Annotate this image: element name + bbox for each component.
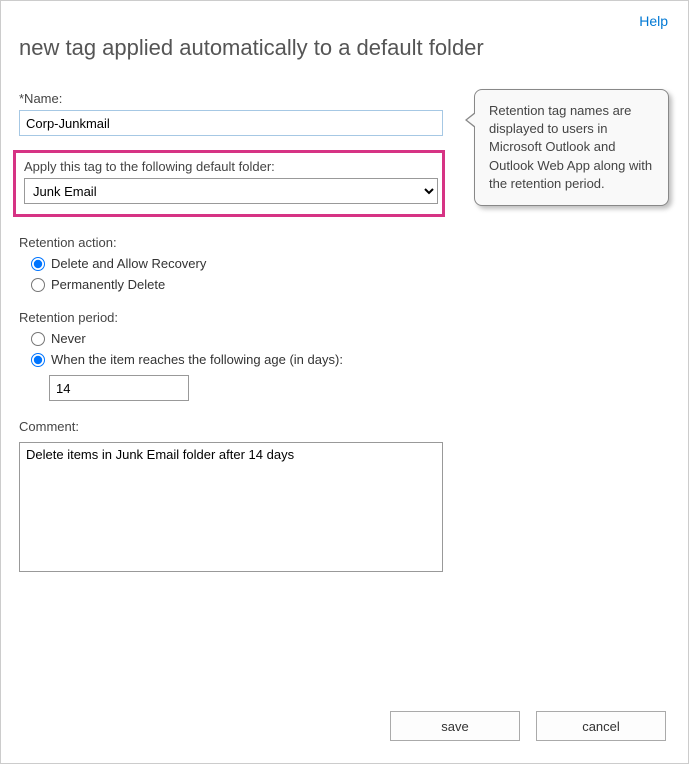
comment-textarea[interactable]	[19, 442, 443, 572]
retention-action-delete-allow-radio[interactable]	[31, 257, 45, 271]
default-folder-select[interactable]: Junk Email	[24, 178, 438, 204]
retention-action-delete-allow-row: Delete and Allow Recovery	[31, 256, 674, 271]
cancel-button[interactable]: cancel	[536, 711, 666, 741]
retention-period-when-age-row: When the item reaches the following age …	[31, 352, 674, 367]
retention-period-section: Retention period: Never When the item re…	[19, 310, 674, 401]
retention-action-section: Retention action: Delete and Allow Recov…	[19, 235, 674, 292]
retention-action-delete-allow-label[interactable]: Delete and Allow Recovery	[51, 256, 206, 271]
default-folder-label: Apply this tag to the following default …	[24, 159, 434, 174]
retention-period-label: Retention period:	[19, 310, 674, 325]
retention-period-days-input[interactable]	[49, 375, 189, 401]
help-link[interactable]: Help	[639, 13, 668, 29]
retention-period-when-age-label[interactable]: When the item reaches the following age …	[51, 352, 343, 367]
comment-label: Comment:	[19, 419, 674, 434]
comment-section: Comment:	[19, 419, 674, 575]
retention-period-never-row: Never	[31, 331, 674, 346]
retention-period-when-age-radio[interactable]	[31, 353, 45, 367]
tooltip-retention-name: Retention tag names are displayed to use…	[474, 89, 669, 206]
form-area: Retention tag names are displayed to use…	[19, 91, 674, 575]
retention-action-permanently-radio[interactable]	[31, 278, 45, 292]
name-input[interactable]	[19, 110, 443, 136]
footer-buttons: save cancel	[390, 711, 666, 741]
retention-action-permanently-row: Permanently Delete	[31, 277, 674, 292]
retention-period-never-radio[interactable]	[31, 332, 45, 346]
retention-action-label: Retention action:	[19, 235, 674, 250]
save-button[interactable]: save	[390, 711, 520, 741]
page-title: new tag applied automatically to a defau…	[19, 35, 674, 61]
retention-action-permanently-label[interactable]: Permanently Delete	[51, 277, 165, 292]
retention-period-never-label[interactable]: Never	[51, 331, 86, 346]
default-folder-highlight: Apply this tag to the following default …	[13, 150, 445, 217]
